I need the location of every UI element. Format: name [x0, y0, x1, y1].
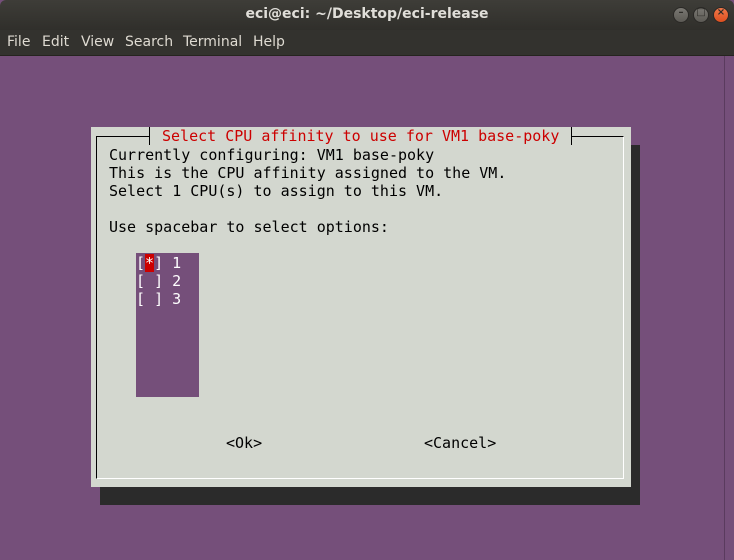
minimize-icon: –: [678, 7, 684, 18]
minimize-button[interactable]: –: [673, 7, 689, 23]
close-button[interactable]: ×: [713, 7, 729, 23]
cpu-option-1[interactable]: [*] 1: [136, 254, 181, 272]
checkbox-mark: [145, 290, 154, 308]
checkbox-close: ]: [154, 272, 164, 290]
checkbox-close: ]: [154, 254, 164, 272]
cpu-option-label: 3: [172, 290, 182, 308]
close-icon: ×: [716, 7, 726, 18]
checkbox-open: [: [136, 254, 146, 272]
ok-button[interactable]: <Ok>: [226, 434, 262, 452]
maximize-button[interactable]: □: [693, 7, 709, 23]
instruction-text: Select 1 CPU(s) to assign to this VM.: [109, 182, 444, 200]
cancel-button[interactable]: <Cancel>: [424, 434, 496, 452]
terminal-scrollbar[interactable]: [724, 56, 734, 560]
menu-terminal[interactable]: Terminal: [183, 34, 242, 50]
spacebar-hint-text: Use spacebar to select options:: [109, 218, 389, 236]
checkbox-mark: [145, 272, 154, 290]
cpu-option-2[interactable]: [ ] 2: [136, 272, 181, 290]
menu-bar: File Edit View Search Terminal Help: [0, 30, 734, 56]
checkbox-mark: *: [145, 254, 155, 272]
checkbox-open: [: [136, 290, 146, 308]
window-title: eci@eci: ~/Desktop/eci-release: [245, 6, 489, 22]
description-text: This is the CPU affinity assigned to the…: [109, 164, 507, 182]
menu-file[interactable]: File: [7, 34, 30, 50]
cpu-affinity-dialog: Select CPU affinity to use for VM1 base-…: [91, 127, 631, 487]
dialog-title: Select CPU affinity to use for VM1 base-…: [149, 127, 573, 145]
cpu-option-label: 1: [172, 254, 182, 272]
checkbox-close: ]: [154, 290, 164, 308]
configuring-text: Currently configuring: VM1 base-poky: [109, 146, 435, 164]
menu-edit[interactable]: Edit: [42, 34, 69, 50]
menu-help[interactable]: Help: [253, 34, 285, 50]
cpu-option-label: 2: [172, 272, 182, 290]
title-bar: eci@eci: ~/Desktop/eci-release – □ ×: [0, 0, 734, 30]
menu-view[interactable]: View: [81, 34, 114, 50]
checkbox-open: [: [136, 272, 146, 290]
maximize-icon: □: [696, 7, 706, 18]
cpu-option-3[interactable]: [ ] 3: [136, 290, 181, 308]
menu-search[interactable]: Search: [125, 34, 173, 50]
